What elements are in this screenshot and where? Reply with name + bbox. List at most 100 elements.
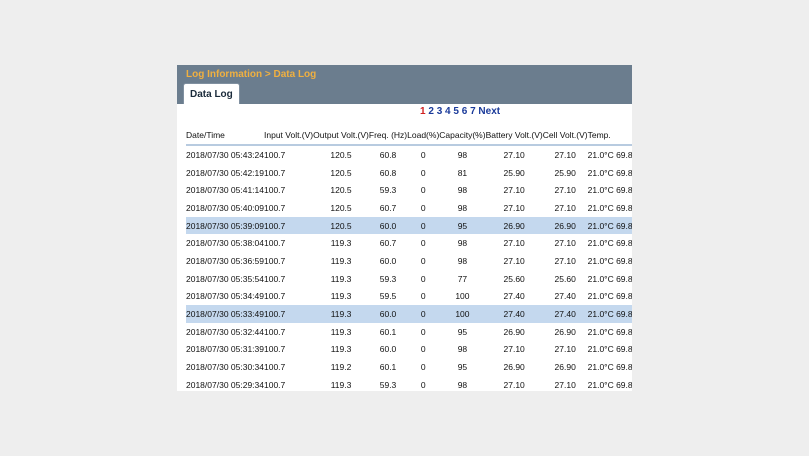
table-cell: 27.10 bbox=[554, 149, 576, 160]
table-cell: 98 bbox=[457, 202, 468, 213]
table-cell: 27.10 bbox=[503, 255, 525, 266]
table-cell: 26.90 bbox=[485, 216, 543, 235]
table-cell: 60.0 bbox=[368, 305, 408, 323]
table-cell: 25.90 bbox=[554, 167, 576, 178]
table-cell: 2018/07/30 05:29:34 bbox=[186, 379, 264, 390]
table-cell: 0 bbox=[420, 202, 426, 213]
table-cell: 100.7 bbox=[264, 273, 286, 284]
table-cell: 21.0°C 69.8°F bbox=[587, 255, 632, 266]
table-cell: 119.2 bbox=[330, 362, 352, 373]
table-cell: 2018/07/30 05:43:24 bbox=[186, 149, 264, 160]
table-row: 2018/07/30 05:35:54 100.7 119.3 59.3 0 77 25.6… bbox=[186, 270, 632, 288]
column-header: Input Volt.(V) bbox=[264, 126, 314, 146]
table-cell: 26.90 bbox=[554, 326, 576, 337]
table-cell: 2018/07/30 05:31:39 bbox=[186, 344, 264, 355]
table-cell: 26.90 bbox=[503, 326, 525, 337]
table-cell: 26.90 bbox=[554, 362, 576, 373]
table-cell: 100.7 bbox=[264, 291, 286, 302]
table-cell: 0 bbox=[420, 273, 426, 284]
table-cell: 98 bbox=[457, 149, 468, 160]
table-cell: 59.5 bbox=[379, 291, 397, 302]
table-cell: 98 bbox=[457, 185, 468, 196]
table-cell: 2018/07/30 05:34:49 bbox=[186, 291, 264, 302]
table-cell: 95 bbox=[457, 326, 468, 337]
table-cell: 0 bbox=[420, 185, 426, 196]
table-row: 2018/07/30 05:40:09 100.7 120.5 60.7 0 98 27.1… bbox=[186, 199, 632, 217]
column-header: Capacity(%) bbox=[439, 126, 486, 146]
table-cell: 27.40 bbox=[554, 291, 576, 302]
table-cell: 120.5 bbox=[330, 149, 352, 160]
table-cell: 2018/07/30 05:39:09 bbox=[186, 216, 264, 235]
table-cell: 100.7 bbox=[264, 185, 286, 196]
table-row: 2018/07/30 05:36:59 100.7 119.3 60.0 0 98 27.1… bbox=[186, 252, 632, 270]
table-cell: 0 bbox=[420, 326, 426, 337]
page-link-5[interactable]: 5 bbox=[453, 106, 459, 117]
table-cell: 27.10 bbox=[503, 202, 525, 213]
table-row: 2018/07/30 05:30:34 100.7 119.2 60.1 0 95 26.9… bbox=[186, 358, 632, 376]
table-cell: 27.40 bbox=[503, 291, 525, 302]
table-cell: 0 bbox=[420, 362, 426, 373]
table-cell: 119.3 bbox=[330, 273, 352, 284]
table-cell: 2018/07/30 05:35:54 bbox=[186, 273, 264, 284]
column-header: Load(%) bbox=[407, 126, 440, 146]
table-cell: 26.90 bbox=[503, 362, 525, 373]
table-cell: 0 bbox=[420, 255, 426, 266]
table-cell: 98 bbox=[457, 238, 468, 249]
table-cell: 2018/07/30 05:33:49 bbox=[186, 305, 264, 323]
table-cell: 95 bbox=[439, 216, 486, 235]
table-header-row: Date/Time Input Volt.(V) Output Volt.(V) Fr… bbox=[186, 126, 632, 146]
table-cell: 100.7 bbox=[264, 149, 286, 160]
page-link-1[interactable]: 1 bbox=[420, 106, 426, 117]
table-cell: 21.0°C 69.8°F bbox=[587, 202, 632, 213]
table-cell: 25.60 bbox=[554, 273, 576, 284]
table-cell: 120.5 bbox=[330, 167, 352, 178]
table-cell: 60.8 bbox=[379, 167, 397, 178]
table-cell: 100.7 bbox=[264, 379, 286, 390]
next-page-link[interactable]: Next bbox=[478, 106, 500, 117]
table-cell: 0 bbox=[420, 291, 426, 302]
table-cell: 21.0°C 69.8°F bbox=[587, 273, 632, 284]
table-cell: 21.0°C 69.8°F bbox=[587, 379, 632, 390]
table-cell: 100.7 bbox=[264, 216, 314, 235]
table-row: 2018/07/30 05:38:04 100.7 119.3 60.7 0 98 27.1… bbox=[186, 234, 632, 252]
table-cell: 21.0°C 69.8°F bbox=[587, 216, 632, 235]
table-row: 2018/07/30 05:31:39 100.7 119.3 60.0 0 98 27.1… bbox=[186, 341, 632, 359]
table-cell: 119.3 bbox=[330, 291, 352, 302]
table-cell: 25.90 bbox=[503, 167, 525, 178]
page-link-6[interactable]: 6 bbox=[462, 106, 468, 117]
table-cell: 60.0 bbox=[368, 216, 408, 235]
table-cell: 0 bbox=[420, 379, 426, 390]
table-cell: 59.3 bbox=[379, 185, 397, 196]
table-row: 2018/07/30 05:43:24 100.7 120.5 60.8 0 98 27.1… bbox=[186, 145, 632, 164]
table-cell: 27.10 bbox=[554, 185, 576, 196]
table-cell: 100.7 bbox=[264, 202, 286, 213]
header-bar: Log Information > Data Log Data Log bbox=[177, 65, 632, 104]
column-header: Output Volt.(V) bbox=[313, 126, 369, 146]
page-link-2[interactable]: 2 bbox=[428, 106, 434, 117]
table-cell: 81 bbox=[457, 167, 468, 178]
table-cell: 21.0°C 69.8°F bbox=[587, 362, 632, 373]
column-header: Temp. bbox=[587, 126, 632, 146]
table-row: 2018/07/30 05:34:49 100.7 119.3 59.5 0 100 27.… bbox=[186, 288, 632, 306]
page-link-7[interactable]: 7 bbox=[470, 106, 476, 117]
table-cell: 27.10 bbox=[554, 379, 576, 390]
table-cell: 27.10 bbox=[503, 344, 525, 355]
page-link-3[interactable]: 3 bbox=[437, 106, 443, 117]
table-cell: 0 bbox=[407, 216, 440, 235]
table-cell: 119.3 bbox=[330, 344, 352, 355]
table-cell: 0 bbox=[420, 238, 426, 249]
table-cell: 21.0°C 69.8°F bbox=[587, 344, 632, 355]
table-cell: 95 bbox=[457, 362, 468, 373]
table-cell: 60.0 bbox=[379, 255, 397, 266]
table-cell: 120.5 bbox=[313, 216, 369, 235]
table-row: 2018/07/30 05:33:49 100.7 119.3 60.0 0 100 27.… bbox=[186, 305, 632, 323]
tab-data-log[interactable]: Data Log bbox=[183, 83, 240, 104]
column-header: Date/Time bbox=[186, 126, 264, 146]
table-row: 2018/07/30 05:42:19 100.7 120.5 60.8 0 81 25.9… bbox=[186, 164, 632, 182]
table-cell: 21.0°C 69.8°F bbox=[587, 238, 632, 249]
table-cell: 0 bbox=[420, 344, 426, 355]
table-cell: 21.0°C 69.8°F bbox=[587, 149, 632, 160]
page-link-4[interactable]: 4 bbox=[445, 106, 451, 117]
table-cell: 119.3 bbox=[330, 326, 352, 337]
table-cell: 98 bbox=[457, 344, 468, 355]
